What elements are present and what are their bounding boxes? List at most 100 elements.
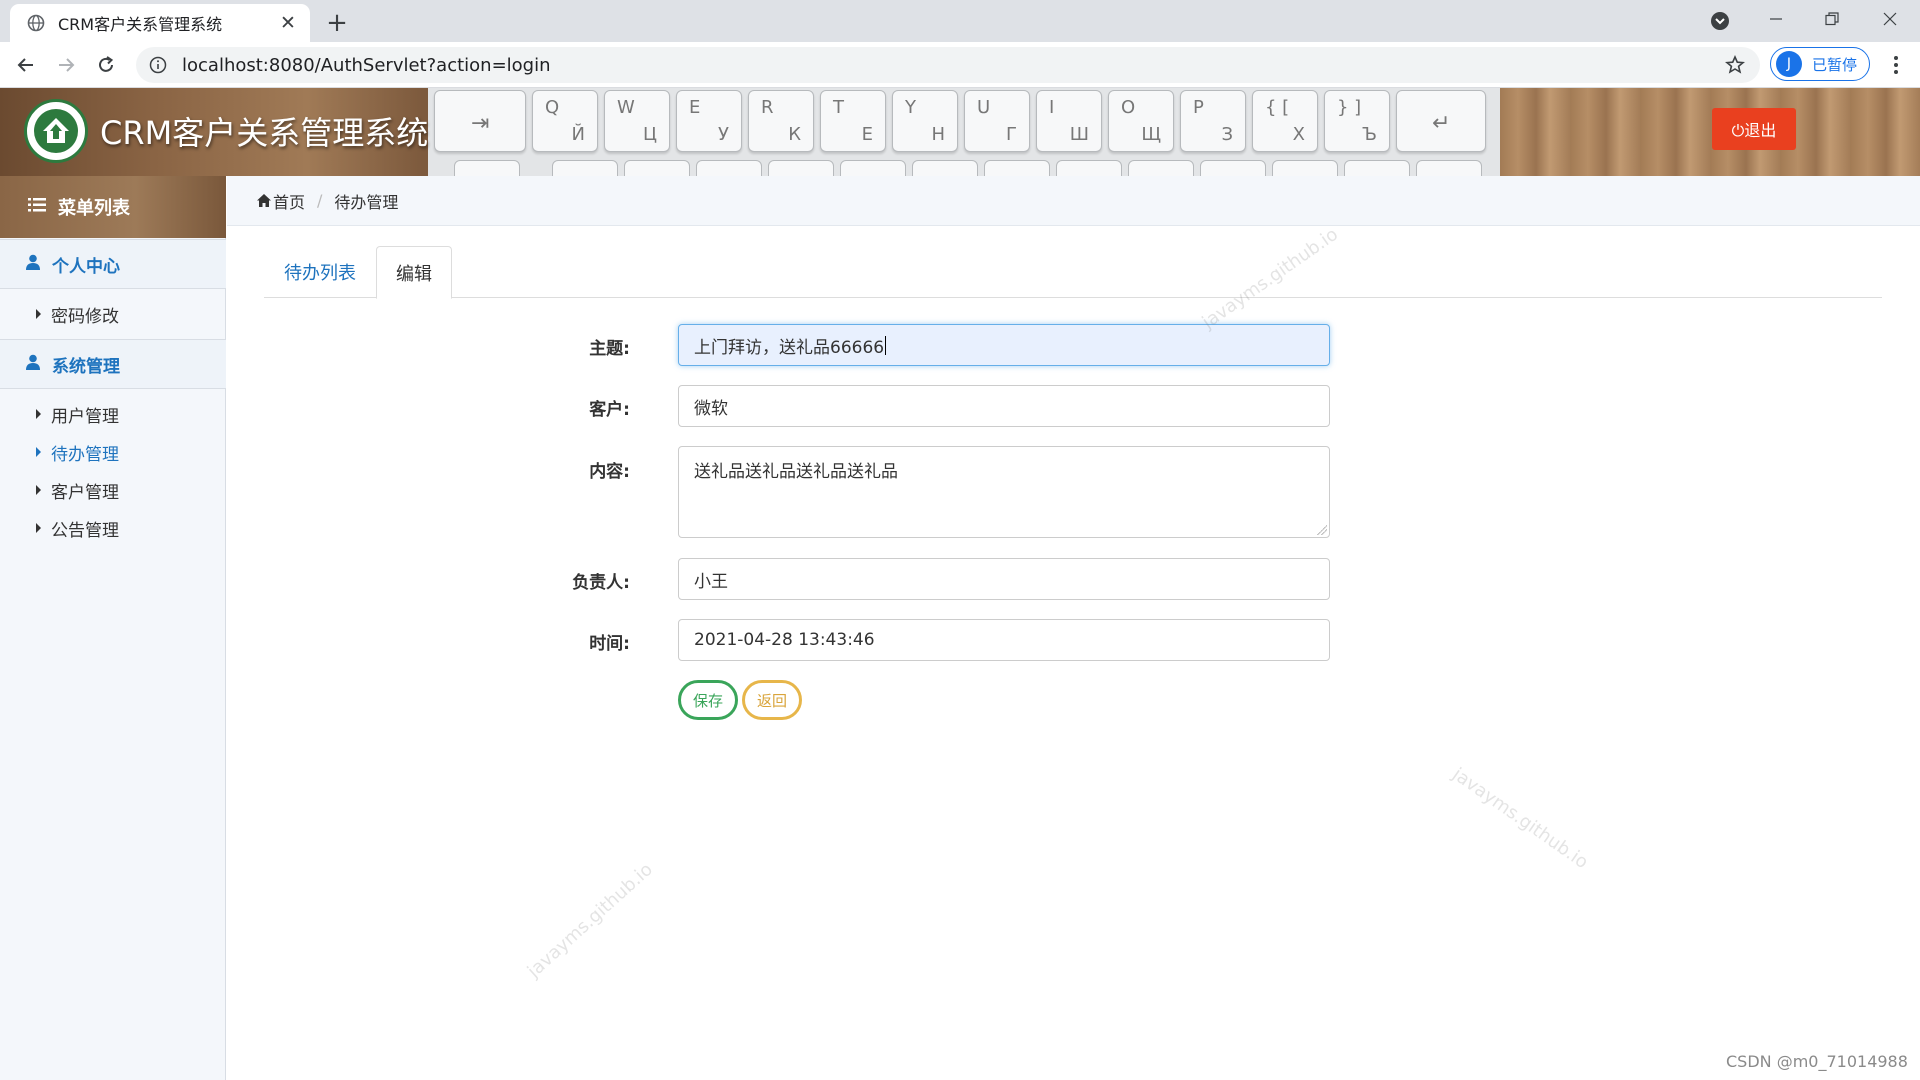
- breadcrumb-current: 待办管理: [334, 192, 399, 212]
- sidebar-item-label: 用户管理: [51, 406, 119, 427]
- profile-status: 已暂停: [1812, 55, 1858, 74]
- sidebar-item-todos[interactable]: 待办管理: [0, 434, 226, 470]
- close-tab-icon[interactable]: ✕: [276, 11, 300, 35]
- keyboard-key: OЩ: [1108, 90, 1174, 152]
- keyboard-key: RК: [748, 90, 814, 152]
- time-input[interactable]: 2021-04-28 13:43:46: [678, 619, 1330, 661]
- content-textarea[interactable]: 送礼品送礼品送礼品送礼品: [678, 446, 1330, 538]
- caret-right-icon: [36, 409, 41, 419]
- back-button[interactable]: 返回: [742, 680, 802, 720]
- app-header: ⇥ Q Й W Ц E У R К T Е Y Н U Г I Ш O Щ P З{ [Х} ] Ъ ↵ CRM客户关系管理…: [0, 88, 1920, 176]
- sidebar-item-customers[interactable]: 客户管理: [0, 472, 226, 508]
- keyboard-key: TЕ: [820, 90, 886, 152]
- tab-search-icon[interactable]: [1708, 9, 1732, 33]
- keyboard-key: PЗ: [1180, 90, 1246, 152]
- browser-tabstrip: CRM客户关系管理系统 ✕ +: [0, 0, 1920, 42]
- keyboard-key-glyph: O: [1121, 97, 1136, 118]
- keyboard-key: QЙ: [532, 90, 598, 152]
- profile-button[interactable]: J 已暂停: [1770, 47, 1870, 81]
- sidebar-menu-header: 菜单列表: [0, 176, 226, 238]
- keyboard-key-glyph: U: [977, 97, 991, 118]
- resize-handle-icon[interactable]: [1317, 525, 1327, 535]
- customer-input[interactable]: 微软: [678, 385, 1330, 427]
- profile-avatar: J: [1776, 51, 1802, 77]
- forward-arrow-icon[interactable]: [50, 49, 82, 81]
- watermark: javayms.github.io: [523, 859, 657, 982]
- sidebar-group-personal[interactable]: 个人中心: [0, 239, 226, 289]
- keyboard-key-glyph: R: [761, 97, 774, 118]
- keyboard-key-glyph: P: [1193, 97, 1204, 118]
- subject-input[interactable]: 上门拜访，送礼品66666: [678, 324, 1330, 366]
- breadcrumb: 首页 / 待办管理: [227, 176, 1920, 226]
- list-icon: [28, 197, 46, 218]
- back-arrow-icon[interactable]: [10, 49, 42, 81]
- tab-title: CRM客户关系管理系统: [58, 15, 223, 34]
- keyboard-key: EУ: [676, 90, 742, 152]
- caret-right-icon: [36, 485, 41, 495]
- keyboard-key: [624, 160, 690, 176]
- customer-value: 微软: [694, 398, 728, 419]
- browser-tab[interactable]: CRM客户关系管理系统 ✕: [10, 4, 310, 42]
- breadcrumb-separator: /: [317, 191, 323, 210]
- keyboard-key-glyph: ↵: [1432, 111, 1451, 136]
- address-bar[interactable]: localhost:8080/AuthServlet?action=login: [136, 47, 1760, 83]
- more-menu-icon[interactable]: [1880, 49, 1912, 81]
- customer-label: 客户:: [589, 400, 630, 420]
- content-value: 送礼品送礼品送礼品送礼品: [694, 462, 898, 482]
- keyboard-key: [1416, 160, 1482, 176]
- sidebar-item-label: 公告管理: [51, 520, 119, 541]
- time-value: 2021-04-28 13:43:46: [694, 630, 875, 650]
- keyboard-key-glyph: Ъ: [1362, 124, 1377, 145]
- save-button[interactable]: 保存: [678, 680, 738, 720]
- university-logo: [24, 99, 88, 163]
- keyboard-key: [984, 160, 1050, 176]
- text-cursor: [885, 335, 887, 355]
- keyboard-key: [696, 160, 762, 176]
- keyboard-key: ⇥: [434, 90, 526, 152]
- keyboard-key-glyph: Е: [861, 124, 873, 145]
- minimize-icon[interactable]: [1754, 4, 1798, 34]
- bookmark-star-icon[interactable]: [1724, 54, 1746, 76]
- restore-icon[interactable]: [1810, 4, 1854, 34]
- sidebar: 菜单列表 个人中心 密码修改 系统管理 用户管理 待办管理 客户管理 公告管理: [0, 176, 226, 1080]
- caret-right-icon: [36, 309, 41, 319]
- breadcrumb-home-link[interactable]: 首页: [273, 189, 305, 213]
- home-icon: [257, 194, 271, 207]
- keyboard-key-glyph: К: [788, 124, 801, 145]
- browser-toolbar: localhost:8080/AuthServlet?action=login …: [0, 42, 1920, 88]
- info-icon[interactable]: [148, 55, 168, 75]
- sidebar-group-system[interactable]: 系统管理: [0, 339, 226, 389]
- sidebar-item-label: 待办管理: [51, 444, 119, 465]
- close-window-icon[interactable]: [1868, 4, 1912, 34]
- keyboard-key: [1200, 160, 1266, 176]
- keyboard-key-glyph: Щ: [1141, 124, 1161, 145]
- keyboard-banner-image: ⇥ Q Й W Ц E У R К T Е Y Н U Г I Ш O Щ P З{ [Х} ] Ъ ↵: [428, 88, 1500, 176]
- subject-label: 主题:: [589, 339, 630, 359]
- new-tab-button[interactable]: +: [322, 8, 352, 38]
- keyboard-key: YН: [892, 90, 958, 152]
- keyboard-key-glyph: Й: [571, 124, 585, 145]
- keyboard-key-glyph: З: [1221, 124, 1233, 145]
- keyboard-key-glyph: Q: [545, 97, 560, 118]
- user-icon: [26, 254, 40, 275]
- owner-label: 负责人:: [572, 573, 630, 593]
- sidebar-item-users[interactable]: 用户管理: [0, 396, 226, 432]
- keyboard-key-glyph: Н: [931, 124, 945, 145]
- keyboard-key: [840, 160, 906, 176]
- owner-value: 小王: [694, 571, 728, 592]
- wood-banner-image: [1500, 88, 1920, 176]
- keyboard-key-glyph: Ц: [643, 124, 657, 145]
- keyboard-key-glyph: Х: [1292, 124, 1305, 145]
- time-label: 时间:: [589, 634, 630, 654]
- reload-icon[interactable]: [90, 49, 122, 81]
- owner-input[interactable]: 小王: [678, 558, 1330, 600]
- sidebar-item-notices[interactable]: 公告管理: [0, 510, 226, 546]
- keyboard-key-glyph: I: [1049, 97, 1055, 118]
- keyboard-key-glyph: W: [617, 97, 635, 118]
- content-label: 内容:: [589, 462, 630, 482]
- sidebar-item-password[interactable]: 密码修改: [0, 296, 226, 332]
- logout-button[interactable]: ⏻退出: [1712, 108, 1796, 150]
- sidebar-item-label: 客户管理: [51, 482, 119, 503]
- tab-edit[interactable]: 编辑: [376, 246, 452, 299]
- tab-todo-list[interactable]: 待办列表: [264, 246, 376, 298]
